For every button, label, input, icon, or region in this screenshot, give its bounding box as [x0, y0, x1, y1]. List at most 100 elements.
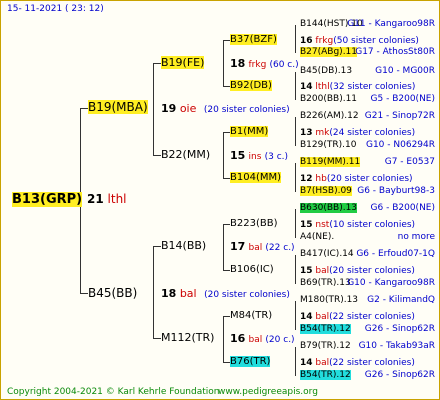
g5-name: M180(TR).13 [300, 295, 359, 305]
mm-node[interactable]: M112(TR) [161, 332, 214, 343]
dam-num: 18 [161, 287, 177, 300]
connector [223, 132, 224, 178]
gen5-row[interactable]: M180(TR).13 [300, 296, 358, 305]
mmm-node[interactable]: B76(TR) [230, 356, 271, 367]
connector [223, 40, 224, 86]
root-num: 21 [87, 192, 104, 206]
connector [295, 163, 296, 192]
connector [223, 270, 230, 271]
root-node[interactable]: B13(GRP) [12, 192, 83, 207]
pm-info: 15 ins (3 c.) [230, 150, 288, 162]
pmm-note: (20 sister colonies) [326, 174, 413, 184]
gen5-ref: no more [397, 232, 435, 242]
connector [223, 316, 224, 362]
gen5-ref: G2 - KilimandQ [367, 295, 435, 305]
gen5-row[interactable]: B119(MM).11 [300, 157, 361, 167]
gen5-ref: G6 - B200(NE) [370, 203, 435, 213]
gen5-row[interactable]: B54(TR).12 [300, 370, 351, 380]
mpm-note: (20 sister colonies) [329, 266, 415, 276]
ppp-num: 16 [300, 36, 313, 46]
gen5-row[interactable]: B417(IC).14 [300, 250, 354, 259]
g5-name: B79(TR).12 [300, 341, 351, 351]
connector [223, 362, 230, 363]
gen5-ref: G10 - N06294R [365, 140, 435, 150]
mpp-node[interactable]: B223(BB) [230, 219, 277, 229]
mp-name: B14(BB) [161, 239, 207, 252]
gen5-ref: G10 - Kangaroo98R [347, 278, 435, 288]
g5-name: B129(TR).10 [300, 140, 357, 150]
g5-name: B69(TR).13 [300, 278, 351, 288]
pmp-node[interactable]: B1(MM) [230, 126, 269, 137]
pm-node[interactable]: B22(MM) [161, 149, 210, 160]
connector [295, 209, 296, 238]
ppp-info: 16 frkg(50 sister colonies) [300, 37, 419, 46]
gen5-row[interactable]: B7(HSB).09 [300, 186, 352, 196]
mpm-place: bal [315, 266, 330, 276]
mm-num: 16 [230, 332, 246, 345]
connector [223, 224, 230, 225]
gen5-row[interactable]: B45(DB).13 [300, 67, 352, 76]
pmp-place: mk [315, 128, 330, 138]
ppm-info: 14 lthl(32 sister colonies) [300, 83, 415, 92]
pp-num: 18 [230, 57, 246, 70]
pm-note: (3 c.) [264, 152, 289, 162]
gen5-ref: G6 - Erfoud07-1Q [356, 249, 435, 259]
gen5-ref: G6 - Bayburt98-3 [357, 186, 435, 196]
gen5-ref: G7 - E0537 [384, 157, 435, 167]
connector [295, 255, 296, 284]
mpp-num: 15 [300, 220, 313, 230]
g5-name: B54(TR).12 [300, 370, 351, 380]
mm-note: (20 c.) [265, 335, 295, 345]
gen5-row[interactable]: B200(BB).11 [300, 95, 357, 104]
mmp-note: (22 sister colonies) [329, 312, 415, 322]
mmm-num: 14 [300, 358, 313, 368]
gen5-row[interactable]: B129(TR).10 [300, 141, 356, 150]
gen5-ref: G10 - MG00R [375, 66, 435, 76]
g5-name: B54(TR).12 [300, 324, 351, 334]
g5-name: B417(IC).14 [300, 249, 354, 259]
ppm-node[interactable]: B92(DB) [230, 80, 272, 91]
mmm-name: B76(TR) [230, 356, 271, 367]
timestamp: 15- 11-2021 ( 23: 12) [7, 4, 104, 14]
connector [295, 72, 296, 100]
gen5-row[interactable]: A4(NE). [300, 233, 334, 242]
connector [223, 86, 230, 87]
pm-num: 15 [230, 149, 246, 162]
pm-place: ins [248, 152, 262, 162]
sire-num: 19 [161, 102, 177, 115]
ppp-node[interactable]: B37(BZF) [230, 34, 277, 45]
gen5-row[interactable]: B226(AM).12 [300, 112, 359, 121]
g5-name: B45(DB).13 [300, 66, 353, 76]
mpm-node[interactable]: B106(IC) [230, 265, 274, 275]
connector [153, 338, 161, 339]
gen5-row[interactable]: B27(ABg).11 [300, 47, 358, 57]
connector [295, 301, 296, 330]
g5-name: B226(AM).12 [300, 111, 359, 121]
mp-note: (22 c.) [265, 243, 295, 253]
dam-name: B45(BB) [88, 286, 138, 300]
mp-node[interactable]: B14(BB) [161, 240, 206, 251]
pmm-num: 12 [300, 174, 313, 184]
mpp-info: 15 nst(10 sister colonies) [300, 221, 415, 230]
pp-node[interactable]: B19(FE) [161, 56, 205, 69]
mm-place: bal [248, 335, 263, 345]
dam-node[interactable]: B45(BB) [88, 287, 137, 299]
ppm-place: lthl [315, 82, 330, 92]
pmm-name: B104(MM) [230, 172, 282, 183]
g5-name: B119(MM).11 [300, 157, 361, 167]
gen5-row[interactable]: B54(TR).12 [300, 324, 351, 334]
gen5-ref: G17 - AthosSt80R [355, 47, 435, 57]
connector [295, 25, 296, 53]
g5-name: B27(ABg).11 [300, 47, 358, 57]
connector [80, 108, 88, 109]
pedigree-chart: 15- 11-2021 ( 23: 12) B13(GRP) 21 lthl B… [0, 0, 440, 400]
gen5-row[interactable]: B630(BB).13 [300, 203, 358, 213]
root-info: 21 lthl [87, 193, 127, 205]
sire-node[interactable]: B19(MBA) [88, 100, 148, 114]
gen5-row[interactable]: B79(TR).12 [300, 342, 351, 351]
site-link[interactable]: www.pedigreeapis.org [218, 388, 318, 397]
gen5-row[interactable]: B69(TR).13 [300, 279, 351, 288]
pmm-node[interactable]: B104(MM) [230, 172, 282, 183]
mmp-node[interactable]: M84(TR) [230, 311, 272, 321]
mpm-name: B106(IC) [230, 264, 274, 275]
